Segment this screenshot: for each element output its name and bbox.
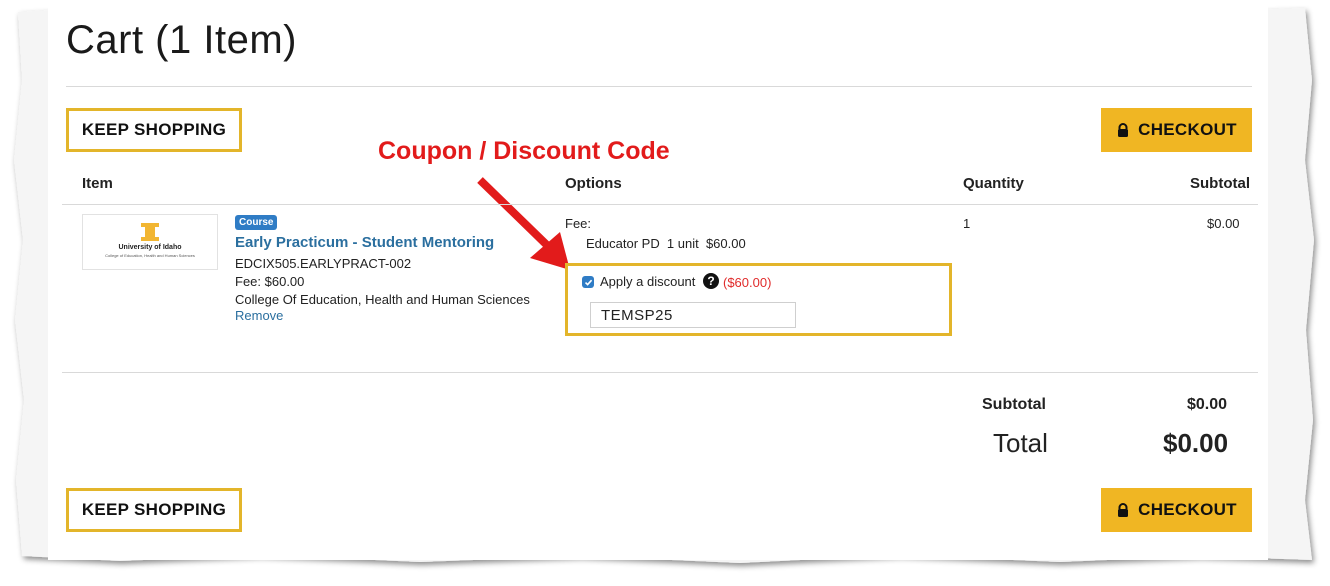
options-fee-line: Educator PD 1 unit $60.00 [586, 236, 746, 251]
logo-text: University of Idaho [118, 244, 182, 251]
logo-subtext: College of Education, Health and Human S… [105, 253, 195, 258]
course-badge: Course [235, 215, 278, 230]
course-title-link[interactable]: Early Practicum - Student Mentoring [235, 234, 494, 251]
checkout-label: CHECKOUT [1138, 500, 1237, 519]
discount-code-input[interactable] [590, 302, 796, 328]
keep-shopping-button-bottom[interactable]: KEEP SHOPPING [66, 488, 242, 532]
lock-icon [1118, 123, 1129, 137]
remove-link[interactable]: Remove [235, 308, 283, 323]
header-item: Item [82, 175, 113, 192]
course-code: EDCIX505.EARLYPRACT-002 [235, 256, 412, 271]
apply-discount-label: Apply a discount [600, 274, 696, 289]
checkout-button-bottom[interactable]: CHECKOUT [1101, 488, 1252, 532]
idaho-logo-icon [141, 223, 159, 241]
check-icon [584, 279, 592, 286]
summary-subtotal-value: $0.00 [1187, 396, 1228, 413]
apply-discount-checkbox[interactable] [582, 276, 594, 288]
keep-shopping-button-top[interactable]: KEEP SHOPPING [66, 108, 242, 152]
divider-header [62, 204, 1258, 205]
options-fee-label: Fee: [565, 216, 592, 231]
summary-total-label: Total [993, 428, 1048, 458]
item-subtotal: $0.00 [1207, 216, 1240, 231]
divider-bottom [62, 372, 1258, 373]
discount-amount: ($60.00) [723, 275, 772, 290]
annotation-label: Coupon / Discount Code [378, 137, 670, 165]
discount-box: Apply a discount ? ($60.00) [565, 263, 952, 336]
item-quantity: 1 [963, 216, 971, 231]
divider-top [66, 86, 1252, 87]
course-logo: University of Idaho College of Education… [82, 214, 218, 270]
course-fee: Fee: $60.00 [235, 274, 305, 289]
summary-total-value: $0.00 [1163, 428, 1229, 458]
header-options: Options [565, 175, 622, 192]
checkout-button-top[interactable]: CHECKOUT [1101, 108, 1252, 152]
help-icon[interactable]: ? [703, 273, 719, 289]
summary-subtotal-label: Subtotal [982, 396, 1046, 413]
header-quantity: Quantity [963, 175, 1024, 192]
course-college: College Of Education, Health and Human S… [235, 292, 530, 307]
page-title: Cart (1 Item) [66, 18, 297, 62]
lock-icon [1118, 503, 1129, 517]
header-subtotal: Subtotal [1190, 175, 1250, 192]
annotation-arrow [477, 177, 570, 270]
checkout-label: CHECKOUT [1138, 120, 1237, 139]
